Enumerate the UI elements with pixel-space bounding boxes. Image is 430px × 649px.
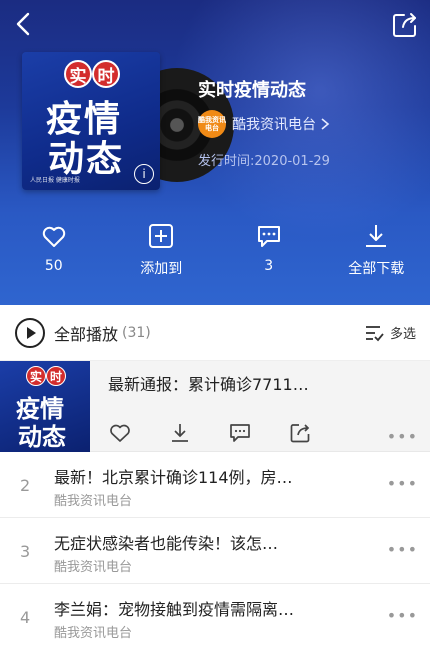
like-button[interactable]: 50 (0, 222, 108, 278)
add-to-button[interactable]: 添加到 (108, 222, 216, 278)
heart-icon[interactable] (108, 421, 132, 445)
add-to-label: 添加到 (140, 261, 183, 277)
track-row-2[interactable]: 2 最新！北京累计确诊114例，房… 酷我资讯电台 ••• (0, 452, 430, 518)
download-all-label: 全部下载 (348, 261, 405, 277)
cover-logos: 人民日报 健康时报 (30, 177, 80, 184)
play-all-bar: 全部播放 (31) 多选 (0, 305, 430, 361)
add-box-icon (149, 224, 174, 248)
track-title: 最新！北京累计确诊114例，房… (54, 468, 293, 487)
comment-icon (257, 226, 280, 247)
track-row-3[interactable]: 3 无症状感染者也能传染！该怎… 酷我资讯电台 ••• (0, 518, 430, 584)
download-all-button[interactable]: 全部下载 (323, 222, 430, 278)
track-title: 李兰娟：宠物接触到疫情需隔离… (54, 600, 295, 619)
artist-name: 酷我资讯电台 (232, 117, 316, 133)
track-row-1[interactable]: 实 时 疫情 动态 最新通报：累计确诊7711… ••• (0, 361, 430, 452)
track-number: 4 (20, 608, 31, 627)
track-artist: 酷我资讯电台 (54, 626, 133, 641)
album-title: 实时疫情动态 (198, 80, 306, 101)
track-number: 3 (20, 542, 31, 561)
download-icon[interactable] (168, 421, 192, 445)
more-options-icon[interactable]: ••• (387, 606, 418, 625)
share-icon[interactable] (390, 10, 420, 40)
thumb-line-2: 动态 (18, 423, 66, 451)
track-artist: 酷我资讯电台 (54, 560, 133, 575)
multi-select-icon (365, 325, 384, 341)
comment-icon[interactable] (228, 421, 252, 445)
heart-icon (42, 226, 65, 247)
cover-badge-2: 时 (92, 60, 120, 88)
multi-select-label: 多选 (389, 327, 416, 342)
track-title: 无症状感染者也能传染！该怎… (54, 534, 279, 553)
chevron-right-icon (321, 118, 330, 130)
track-artist: 酷我资讯电台 (54, 494, 133, 509)
share-icon[interactable] (288, 421, 312, 445)
track-number: 2 (20, 476, 31, 495)
track-title: 最新通报：累计确诊7711… (108, 375, 309, 394)
album-cover[interactable]: 实 时 疫情 动态 人民日报 健康时报 i (22, 52, 160, 190)
action-row: 50 添加到 3 全部下载 (0, 222, 430, 278)
track-row-4[interactable]: 4 李兰娟：宠物接触到疫情需隔离… 酷我资讯电台 ••• (0, 584, 430, 649)
more-options-icon[interactable]: ••• (387, 474, 418, 493)
download-icon (366, 225, 387, 247)
back-icon[interactable] (10, 10, 38, 38)
play-all-button[interactable]: 全部播放 (54, 321, 118, 345)
info-icon[interactable]: i (134, 164, 154, 184)
artist-avatar: 酷我资讯电台 (198, 110, 226, 138)
more-options-icon[interactable]: ••• (387, 427, 418, 446)
more-options-icon[interactable]: ••• (387, 540, 418, 559)
release-date: 发行时间:2020-01-29 (198, 154, 330, 169)
artist-link[interactable]: 酷我资讯电台 酷我资讯电台 (198, 110, 330, 138)
cover-badge-1: 实 (64, 60, 92, 88)
multi-select-button[interactable]: 多选 (364, 323, 416, 343)
comment-button[interactable]: 3 (215, 222, 323, 278)
comment-count: 3 (264, 258, 274, 274)
thumb-badge-1: 实 (26, 366, 46, 386)
like-count: 50 (44, 258, 63, 274)
track-count: (31) (122, 324, 151, 341)
play-circle-icon[interactable] (14, 317, 46, 349)
track-actions (108, 421, 348, 445)
album-header: 实 时 疫情 动态 人民日报 健康时报 i 实时疫情动态 酷我资讯电台 酷我资讯… (0, 0, 430, 305)
thumb-badge-2: 时 (46, 366, 66, 386)
track-thumbnail: 实 时 疫情 动态 (0, 361, 90, 452)
